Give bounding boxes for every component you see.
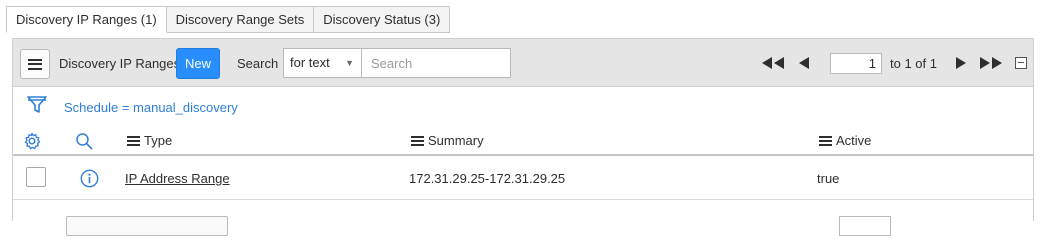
search-field-select[interactable]: for text ▼ (283, 48, 362, 78)
last-page-icon[interactable] (979, 56, 1003, 70)
table-row: IP Address Range 172.31.29.25-172.31.29.… (13, 156, 1033, 200)
page-range-text: to 1 of 1 (890, 56, 937, 71)
chevron-down-icon: ▼ (345, 58, 354, 68)
gear-icon[interactable] (23, 132, 41, 150)
funnel-icon[interactable] (27, 96, 47, 114)
first-page-icon[interactable] (761, 56, 785, 70)
list-page: Discovery IP Ranges (1) Discovery Range … (0, 0, 1046, 236)
cell-active: true (817, 171, 840, 186)
list-menu-button[interactable] (20, 49, 50, 79)
cell-summary: 172.31.29.25-172.31.29.25 (409, 171, 566, 186)
list-panel: Discovery IP Ranges New Search for text … (12, 38, 1034, 236)
column-menu-icon (819, 135, 832, 146)
footer-page-input[interactable] (839, 216, 891, 236)
column-menu-icon (411, 135, 424, 146)
previous-page-icon[interactable] (798, 56, 810, 70)
list-toolbar: Discovery IP Ranges New Search for text … (13, 38, 1033, 87)
column-header-summary[interactable]: Summary (411, 133, 484, 148)
column-menu-icon (127, 135, 140, 146)
column-header-type[interactable]: Type (127, 133, 172, 148)
related-list-tabs: Discovery IP Ranges (1) Discovery Range … (6, 6, 451, 33)
hamburger-icon (28, 58, 42, 70)
footer-actions-select[interactable] (66, 216, 228, 236)
collapse-icon[interactable] (1015, 57, 1027, 69)
column-label-type: Type (144, 133, 173, 148)
search-icon[interactable] (75, 132, 93, 150)
list-title: Discovery IP Ranges (59, 56, 181, 71)
new-button[interactable]: New (176, 48, 220, 79)
row-checkbox[interactable] (26, 167, 46, 187)
page-number-input[interactable] (830, 53, 882, 74)
search-label: Search (237, 56, 279, 71)
tab-discovery-ip-ranges[interactable]: Discovery IP Ranges (1) (6, 6, 167, 33)
search-field-value: for text (290, 55, 330, 70)
column-label-summary: Summary (428, 133, 484, 148)
table-header: Type Summary Active (13, 124, 1033, 156)
column-header-active[interactable]: Active (819, 133, 871, 148)
column-label-active: Active (836, 133, 872, 148)
info-icon[interactable] (80, 169, 99, 188)
search-input[interactable] (361, 48, 511, 78)
tab-discovery-status[interactable]: Discovery Status (3) (314, 6, 451, 33)
filter-breadcrumb[interactable]: Schedule = manual_discovery (64, 100, 238, 115)
cell-type[interactable]: IP Address Range (125, 171, 230, 186)
tab-discovery-range-sets[interactable]: Discovery Range Sets (166, 6, 315, 33)
next-page-icon[interactable] (955, 56, 967, 70)
